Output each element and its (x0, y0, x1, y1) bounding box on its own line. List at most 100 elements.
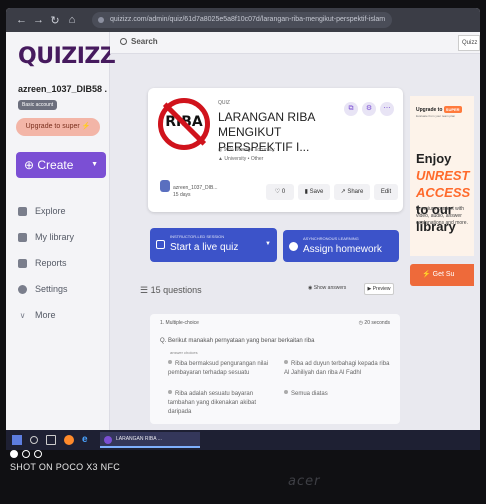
avatar (160, 180, 170, 192)
account-badge: Basic account (18, 100, 58, 110)
like-count: 0 (281, 189, 286, 195)
create-button[interactable]: ⊕ Create ▼ (16, 152, 106, 178)
answer-option-text: Riba bermaksud pengurangan nilai pembaya… (168, 361, 269, 376)
sidebar-item-explore[interactable]: Explore (18, 198, 74, 224)
homework-subtitle: ASYNCHRONOUS LEARNING (303, 236, 359, 241)
live-label: Start a live quiz (170, 242, 239, 253)
radio-icon (284, 360, 288, 364)
questions-count: ☰ 15 questions (140, 285, 202, 296)
sidebar: QUIZIZZ azreen_1037_DIB58 . Basic accoun… (6, 32, 116, 430)
radio-icon (168, 360, 172, 364)
browser-toolbar: ← → ↻ ⌂ quizizz.com/admin/quiz/61d7a8025… (6, 8, 480, 32)
radio-icon (168, 390, 172, 394)
question-time-label: 20 seconds (364, 320, 390, 326)
promo-description: Premium content with video, audio, answe… (416, 206, 468, 226)
chevron-down-icon: ▼ (265, 241, 271, 247)
meta-text: University • Other (224, 156, 264, 162)
answer-option-text: Semua diatas (291, 391, 328, 397)
promo-upgrade-label: Upgrade to (416, 107, 443, 113)
show-answers-label: Show answers (313, 285, 347, 291)
super-badge: SUPER (443, 106, 462, 113)
photo-frame: ← → ↻ ⌂ quizizz.com/admin/quiz/61d7a8025… (0, 0, 486, 504)
preview-label: Preview (372, 286, 391, 292)
answer-option: Riba bermaksud pengurangan nilai pembaya… (168, 360, 278, 378)
answer-option: Semua diatas (284, 390, 396, 399)
quizizz-logo[interactable]: QUIZIZZ (18, 44, 116, 69)
address-bar[interactable]: quizizz.com/admin/quiz/61d7a8025e5a8f10c… (92, 12, 392, 28)
search-icon (120, 38, 127, 45)
compass-icon (18, 206, 27, 216)
like-button[interactable]: ♡ 0 (266, 184, 294, 200)
author-name: azreen_1037_DIB... (173, 185, 218, 191)
camera-dots-icon (10, 450, 120, 458)
save-label: Save (309, 189, 324, 195)
sidebar-item-label: My library (35, 232, 75, 242)
homework-icon (289, 242, 298, 251)
promo-headline-1: Enjoy (416, 151, 452, 166)
settings-icon[interactable]: ⚙ (362, 102, 376, 116)
search-input[interactable]: Search (120, 37, 158, 46)
question-type: 1. Multiple-choice (160, 320, 199, 326)
promo-subtext: Evaluate from your team plan (416, 114, 456, 118)
live-session-icon (156, 240, 165, 249)
chevron-down-icon: ∨ (19, 310, 26, 320)
sidebar-item-reports[interactable]: Reports (18, 250, 74, 276)
assign-homework-button[interactable]: ASYNCHRONOUS LEARNING Assign homework (283, 230, 399, 262)
watermark-text: SHOT ON POCO X3 NFC (10, 462, 121, 472)
upgrade-button[interactable]: Upgrade to super ⚡ (16, 118, 100, 136)
forward-icon[interactable]: → (33, 14, 44, 26)
list-icon: ☰ (140, 285, 151, 295)
question-time: ◷ 20 seconds (359, 320, 390, 326)
share-button[interactable]: ↗ Share (334, 184, 370, 200)
start-live-quiz-button[interactable]: INSTRUCTOR-LED SESSION Start a live quiz… (150, 228, 277, 262)
upgrade-promo: Upgrade to SUPER Evaluate from your team… (410, 96, 474, 256)
quizizz-button[interactable]: Quizz (458, 35, 480, 51)
sidebar-item-settings[interactable]: Settings (18, 276, 74, 302)
top-bar: Search Quizz (110, 32, 480, 54)
heart-icon: ♡ (274, 189, 282, 195)
answer-option-text: Riba adalah sesuatu bayaran tambahan yan… (168, 391, 257, 415)
question-card[interactable]: 1. Multiple-choice ◷ 20 seconds Q. Berik… (150, 314, 400, 424)
get-super-button[interactable]: ⚡ Get Su (410, 264, 474, 286)
back-icon[interactable]: ← (16, 14, 27, 26)
sidebar-item-more[interactable]: ∨ More (18, 302, 74, 328)
chevron-down-icon: ▼ (91, 161, 98, 168)
radio-icon (284, 390, 288, 394)
more-icon[interactable]: ⋯ (380, 102, 394, 116)
copy-icon[interactable]: ⧉ (344, 102, 358, 116)
author-info: azreen_1037_DIB... 15 days (160, 180, 217, 199)
share-label: Share (347, 189, 364, 195)
show-answers-toggle[interactable]: ◉ Show answers (308, 285, 346, 291)
sidebar-item-my-library[interactable]: My library (18, 224, 74, 250)
homework-label: Assign homework (303, 244, 382, 255)
sidebar-nav: Explore My library Reports Settings ∨ Mo… (18, 198, 74, 328)
author-time: 15 days (173, 192, 191, 198)
answer-choices-label: answer choices (170, 350, 198, 355)
save-button[interactable]: ▮ Save (298, 184, 330, 200)
reload-icon[interactable]: ↻ (50, 14, 60, 27)
preview-button[interactable]: ▶ Preview (364, 283, 394, 295)
edit-button[interactable]: Edit (374, 184, 398, 200)
quiz-card: RIBA QUIZ LARANGAN RIBA MENGIKUT PERSPEK… (148, 88, 403, 212)
sidebar-item-label: Explore (35, 206, 66, 216)
sidebar-item-label: Settings (35, 284, 68, 294)
answer-option-text: Riba ad duyun terbahagi kepada riba Al J… (284, 361, 390, 376)
create-label: Create (37, 158, 74, 172)
plus-circle-icon: ⊕ (24, 158, 38, 172)
question-text: Q. Berikut manakah pernyataan yang benar… (160, 338, 315, 344)
quiz-type-label: QUIZ (218, 100, 230, 106)
sidebar-item-label: More (35, 310, 56, 320)
lock-icon (98, 17, 104, 23)
live-subtitle: INSTRUCTOR-LED SESSION (170, 234, 225, 239)
reports-icon (18, 258, 27, 268)
quiz-thumbnail: RIBA (158, 98, 210, 150)
search-placeholder: Search (131, 37, 158, 46)
monitor-brand-logo: acer (288, 474, 321, 489)
promo-upgrade-text: Upgrade to SUPER (416, 106, 462, 113)
questions-count-label: 15 questions (150, 285, 202, 295)
home-icon[interactable]: ⌂ (67, 14, 77, 26)
promo-headline-highlight: UNREST ACCESS (416, 168, 471, 200)
answer-option: Riba ad duyun terbahagi kepada riba Al J… (284, 360, 396, 378)
username: azreen_1037_DIB58 . (18, 84, 108, 94)
camera-watermark: SHOT ON POCO X3 NFC (10, 450, 120, 472)
